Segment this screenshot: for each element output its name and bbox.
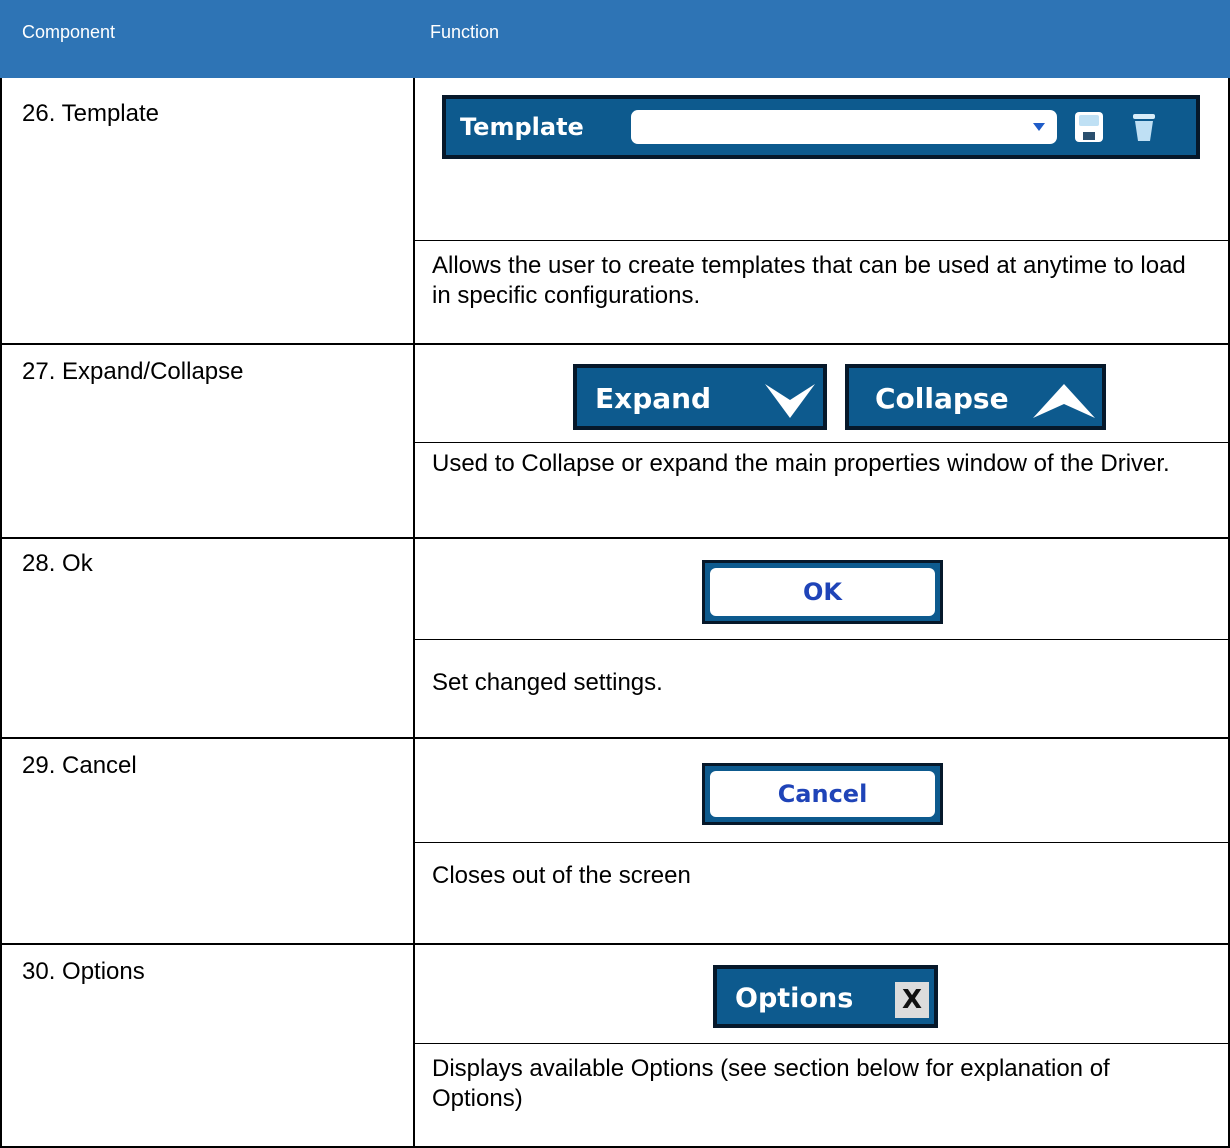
components-table: Component Function 26. Template Template… — [0, 0, 1230, 1148]
component-description: Closes out of the screen — [432, 862, 691, 889]
trash-icon[interactable] — [1130, 111, 1158, 143]
template-toolbar: Template — [442, 95, 1200, 159]
cell-divider — [413, 240, 1230, 241]
close-icon[interactable]: X — [895, 982, 929, 1018]
cell-divider — [413, 1043, 1230, 1044]
header-function: Function — [430, 22, 500, 42]
component-name: 30. Options — [22, 958, 145, 985]
row-divider — [0, 737, 1230, 739]
template-label: Template — [460, 113, 584, 141]
cell-divider — [413, 639, 1230, 640]
expand-label: Expand — [595, 382, 712, 415]
component-description: Displays available Options (see section … — [432, 1055, 1110, 1112]
component-name: 29. Cancel — [22, 752, 137, 779]
dropdown-caret-icon — [1033, 123, 1045, 131]
options-label: Options — [735, 983, 854, 1014]
column-divider — [413, 78, 415, 1148]
chevron-down-icon — [765, 384, 815, 418]
component-description: Set changed settings. — [432, 669, 663, 696]
row-divider — [0, 943, 1230, 945]
left-border — [0, 78, 2, 1148]
cell-divider — [413, 442, 1230, 443]
component-description: Used to Collapse or expand the main prop… — [432, 450, 1170, 477]
options-button[interactable]: Options X — [713, 965, 938, 1028]
save-icon[interactable] — [1074, 111, 1104, 143]
expand-button[interactable]: Expand — [573, 364, 827, 430]
table-header: Component Function — [0, 0, 1230, 78]
header-component: Component — [22, 22, 116, 42]
collapse-label: Collapse — [875, 382, 1009, 415]
cancel-label: Cancel — [710, 771, 935, 817]
ok-label: OK — [710, 568, 935, 616]
row-divider — [0, 343, 1230, 345]
collapse-button[interactable]: Collapse — [845, 364, 1106, 430]
component-name: 28. Ok — [22, 550, 93, 577]
row-divider — [0, 537, 1230, 539]
ok-button[interactable]: OK — [702, 560, 943, 624]
component-description: Allows the user to create templates that… — [432, 252, 1186, 309]
template-dropdown[interactable] — [631, 110, 1057, 144]
cancel-button[interactable]: Cancel — [702, 763, 943, 825]
component-name: 26. Template — [22, 100, 159, 127]
chevron-up-icon — [1033, 384, 1095, 418]
component-name: 27. Expand/Collapse — [22, 358, 244, 385]
cell-divider — [413, 842, 1230, 843]
